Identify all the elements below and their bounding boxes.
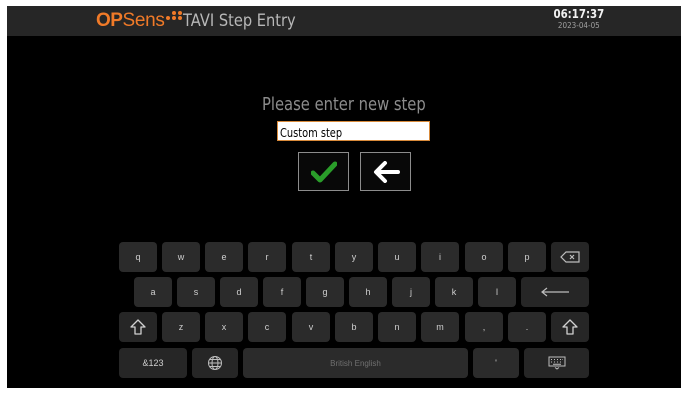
page-title: TAVI Step Entry	[183, 11, 296, 31]
space-key-label: British English	[330, 358, 381, 368]
key-v[interactable]: v	[292, 312, 330, 342]
key-label: e	[221, 252, 227, 262]
key-label: o	[481, 252, 487, 262]
key-label: l	[496, 287, 498, 297]
key-label: h	[365, 287, 371, 297]
key-o[interactable]: o	[465, 242, 503, 272]
enter-icon	[541, 287, 569, 297]
backspace-icon	[560, 251, 580, 263]
logo-dots	[165, 11, 184, 21]
key-label: y	[351, 252, 357, 262]
logo-op-text: OP	[96, 10, 123, 31]
entry-prompt-text: Please enter new step	[262, 94, 426, 115]
key-a[interactable]: a	[134, 277, 172, 307]
key-label: i	[439, 252, 441, 262]
hide-keyboard-key[interactable]	[524, 348, 589, 378]
globe-icon	[208, 356, 222, 370]
key-label: &123	[142, 358, 164, 368]
backspace-key[interactable]	[551, 242, 589, 272]
key-s[interactable]: s	[177, 277, 215, 307]
key-comma[interactable]: ,	[465, 312, 503, 342]
shift-icon	[562, 319, 578, 335]
clock-time: 06:17:37	[553, 7, 605, 21]
symbols-key[interactable]: &123	[119, 348, 187, 378]
key-w[interactable]: w	[162, 242, 200, 272]
key-y[interactable]: y	[335, 242, 373, 272]
shift-icon	[130, 319, 146, 335]
key-label: r	[265, 252, 269, 262]
confirm-button[interactable]	[298, 152, 349, 191]
step-name-field[interactable]	[277, 121, 430, 142]
opsens-logo: OP Sens	[96, 9, 184, 33]
key-m[interactable]: m	[421, 312, 459, 342]
title-bar: OP Sens TAVI Step Entry 06:17:37 2023-04-…	[7, 6, 681, 36]
device-screen: OP Sens TAVI Step Entry 06:17:37 2023-04-…	[7, 6, 681, 388]
key-label: a	[150, 287, 156, 297]
key-apostrophe[interactable]: '	[473, 348, 519, 378]
key-period[interactable]: .	[508, 312, 546, 342]
key-n[interactable]: n	[378, 312, 416, 342]
logo-sens-text: Sens	[122, 10, 165, 31]
key-label: g	[322, 287, 328, 297]
on-screen-keyboard: q w e r t y u i o p a s d f g h j k l z …	[7, 234, 681, 388]
key-g[interactable]: g	[306, 277, 344, 307]
key-r[interactable]: r	[248, 242, 286, 272]
key-p[interactable]: p	[508, 242, 546, 272]
key-d[interactable]: d	[220, 277, 258, 307]
key-label: w	[177, 252, 185, 262]
key-label: .	[525, 322, 529, 332]
key-label: s	[193, 287, 199, 297]
key-label: n	[394, 322, 400, 332]
key-e[interactable]: e	[205, 242, 243, 272]
key-label: b	[351, 322, 357, 332]
checkmark-icon	[310, 161, 337, 182]
key-x[interactable]: x	[205, 312, 243, 342]
language-key[interactable]	[192, 348, 238, 378]
key-label: k	[451, 287, 457, 297]
enter-key[interactable]	[521, 277, 589, 307]
space-key[interactable]: British English	[243, 348, 468, 378]
key-label: m	[436, 322, 444, 332]
step-name-input[interactable]	[280, 124, 412, 142]
key-label: d	[236, 287, 242, 297]
key-u[interactable]: u	[378, 242, 416, 272]
clock-date: 2023-04-05	[558, 21, 601, 30]
key-label: '	[495, 358, 497, 368]
key-l[interactable]: l	[478, 277, 516, 307]
key-label: z	[178, 322, 184, 332]
arrow-left-icon	[373, 160, 400, 183]
key-j[interactable]: j	[392, 277, 430, 307]
key-k[interactable]: k	[435, 277, 473, 307]
key-label: c	[264, 322, 270, 332]
key-f[interactable]: f	[263, 277, 301, 307]
key-c[interactable]: c	[248, 312, 286, 342]
key-label: p	[524, 252, 530, 262]
shift-key-right[interactable]	[551, 312, 589, 342]
key-label: v	[308, 322, 314, 332]
keyboard-hide-icon	[548, 356, 565, 370]
key-label: f	[280, 287, 284, 297]
key-label: j	[410, 287, 412, 297]
back-button[interactable]	[360, 152, 411, 191]
key-label: q	[135, 252, 141, 262]
key-q[interactable]: q	[119, 242, 157, 272]
key-t[interactable]: t	[292, 242, 330, 272]
key-label: u	[394, 252, 400, 262]
key-h[interactable]: h	[349, 277, 387, 307]
key-b[interactable]: b	[335, 312, 373, 342]
clock: 06:17:37 2023-04-05	[549, 8, 609, 31]
shift-key-left[interactable]	[119, 312, 157, 342]
key-label: ,	[482, 322, 486, 332]
key-i[interactable]: i	[421, 242, 459, 272]
key-z[interactable]: z	[162, 312, 200, 342]
entry-prompt: Please enter new step	[7, 94, 681, 116]
key-label: x	[221, 322, 227, 332]
key-label: t	[309, 252, 313, 262]
